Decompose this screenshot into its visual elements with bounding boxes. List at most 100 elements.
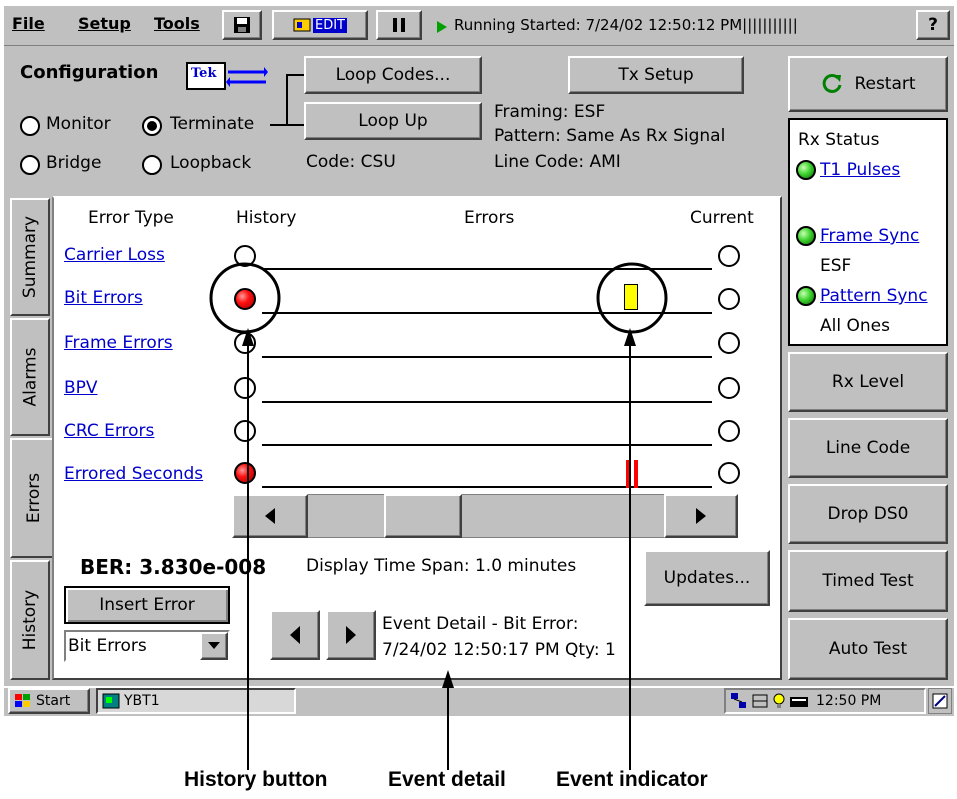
pause-button[interactable]	[376, 10, 422, 40]
error-type-select[interactable]: Bit Errors	[64, 630, 230, 662]
loop-connector-bottom	[270, 124, 304, 126]
auto-test-button[interactable]: Auto Test	[788, 618, 948, 680]
menu-setup[interactable]: Setup	[78, 14, 131, 33]
mode-loopback-label: Loopback	[170, 153, 252, 173]
loop-codes-button[interactable]: Loop Codes...	[304, 56, 482, 94]
frame-errors-current-indicator	[718, 332, 740, 354]
start-button[interactable]: Start	[8, 688, 90, 714]
event-detail-callout-label: Event detail	[388, 768, 506, 791]
bpv-history-button[interactable]	[234, 377, 256, 399]
insert-error-label: Insert Error	[99, 595, 195, 615]
pattern-text: Pattern: Same As Rx Signal	[494, 126, 726, 146]
code-text: Code: CSU	[306, 152, 396, 172]
pattern-sync-link[interactable]: Pattern Sync	[820, 286, 928, 306]
insert-error-button[interactable]: Insert Error	[64, 586, 230, 624]
taskbar-app-ybt1[interactable]: YBT1	[96, 688, 296, 714]
header-errors: Errors	[464, 208, 515, 228]
scroll-left-button[interactable]	[232, 494, 308, 538]
loop-up-button[interactable]: Loop Up	[304, 102, 482, 140]
bit-errors-error-track	[262, 312, 712, 314]
pencil-icon	[932, 693, 948, 709]
header-history: History	[236, 208, 297, 228]
auto-test-label: Auto Test	[828, 639, 908, 659]
display-time-span: Display Time Span: 1.0 minutes	[306, 556, 577, 576]
event-next-button[interactable]	[326, 610, 376, 660]
error-type-select-value: Bit Errors	[68, 636, 147, 656]
lightbulb-icon	[773, 693, 785, 708]
desktop-button[interactable]	[928, 688, 952, 714]
framing-text: Framing: ESF	[494, 102, 606, 122]
scroll-right-button[interactable]	[664, 494, 738, 538]
frame-errors-history-button[interactable]	[234, 332, 256, 354]
menu-file[interactable]: File	[12, 14, 45, 33]
tek-logo-text: Tek	[191, 66, 217, 81]
tab-summary[interactable]: Summary	[10, 198, 50, 316]
error-row-errored-seconds-link[interactable]: Errored Seconds	[64, 464, 203, 484]
mode-terminate-radio[interactable]	[142, 116, 162, 136]
updates-button[interactable]: Updates...	[644, 550, 770, 606]
dropdown-button[interactable]	[200, 632, 228, 660]
drop-ds0-button[interactable]: Drop DS0	[788, 484, 948, 544]
mode-monitor-radio[interactable]	[20, 116, 40, 136]
crc-errors-history-button[interactable]	[234, 420, 256, 442]
event-indicator-callout-label: Event indicator	[556, 768, 708, 791]
event-detail-line1: Event Detail - Bit Error:	[382, 614, 579, 634]
tx-setup-label: Tx Setup	[618, 65, 694, 85]
tab-alarms[interactable]: Alarms	[10, 318, 50, 436]
updates-label: Updates...	[663, 568, 751, 588]
network-icon	[731, 693, 746, 708]
arrow-left-icon	[265, 508, 275, 524]
bpv-error-track	[262, 401, 712, 403]
save-button[interactable]	[222, 10, 262, 40]
error-row-carrier-loss-link[interactable]: Carrier Loss	[64, 245, 165, 265]
tx-setup-button[interactable]: Tx Setup	[568, 56, 744, 94]
frame-sync-led	[796, 226, 816, 246]
restart-label: Restart	[854, 74, 916, 94]
drop-ds0-label: Drop DS0	[827, 504, 909, 524]
connection-icon	[752, 694, 768, 708]
menu-tools[interactable]: Tools	[154, 14, 200, 33]
app-label: YBT1	[124, 693, 160, 709]
timed-test-label: Timed Test	[822, 571, 914, 591]
tab-history-label: History	[20, 589, 41, 651]
rx-level-button[interactable]: Rx Level	[788, 352, 948, 412]
tab-errors[interactable]: Errors	[10, 438, 56, 558]
bit-errors-history-button[interactable]	[234, 288, 256, 310]
line-code-button[interactable]: Line Code	[788, 418, 948, 478]
error-row-crc-errors-link[interactable]: CRC Errors	[64, 421, 154, 441]
help-button[interactable]: ?	[916, 10, 950, 40]
carrier-loss-error-track	[262, 268, 712, 270]
bit-errors-event-indicator[interactable]	[624, 284, 638, 310]
bit-errors-current-indicator	[718, 288, 740, 310]
error-row-frame-errors-link[interactable]: Frame Errors	[64, 333, 173, 353]
scroll-thumb[interactable]	[384, 494, 462, 538]
frame-sync-link[interactable]: Frame Sync	[820, 226, 919, 246]
keyboard-icon	[790, 697, 808, 707]
menu-bar: File Setup Tools EDIT Running Started: 7…	[4, 6, 954, 46]
error-row-bpv-link[interactable]: BPV	[64, 378, 98, 398]
mode-terminate-label: Terminate	[170, 114, 255, 134]
pause-icon	[393, 18, 405, 32]
loop-connector-top	[286, 74, 304, 76]
mode-bridge-radio[interactable]	[20, 155, 40, 175]
loop-up-label: Loop Up	[358, 111, 428, 131]
mode-loopback-radio[interactable]	[142, 155, 162, 175]
t1-pulses-link[interactable]: T1 Pulses	[820, 160, 900, 180]
restart-icon	[823, 73, 842, 93]
edit-button[interactable]: EDIT	[272, 10, 368, 40]
rx-level-label: Rx Level	[831, 372, 905, 392]
errored-seconds-history-button[interactable]	[234, 462, 256, 484]
carrier-loss-history-button[interactable]	[234, 245, 256, 267]
pattern-sync-led	[796, 286, 816, 306]
timed-test-button[interactable]: Timed Test	[788, 550, 948, 612]
tab-history[interactable]: History	[10, 560, 50, 680]
event-prev-button[interactable]	[270, 610, 320, 660]
restart-button[interactable]: Restart	[788, 56, 948, 112]
errored-seconds-error-track	[262, 486, 712, 488]
edit-label: EDIT	[313, 17, 347, 33]
arrow-left-icon	[290, 626, 300, 644]
tek-logo: Tek	[186, 62, 226, 90]
error-row-bit-errors-link[interactable]: Bit Errors	[64, 288, 143, 308]
running-icon	[437, 21, 447, 33]
tab-summary-label: Summary	[20, 215, 40, 299]
